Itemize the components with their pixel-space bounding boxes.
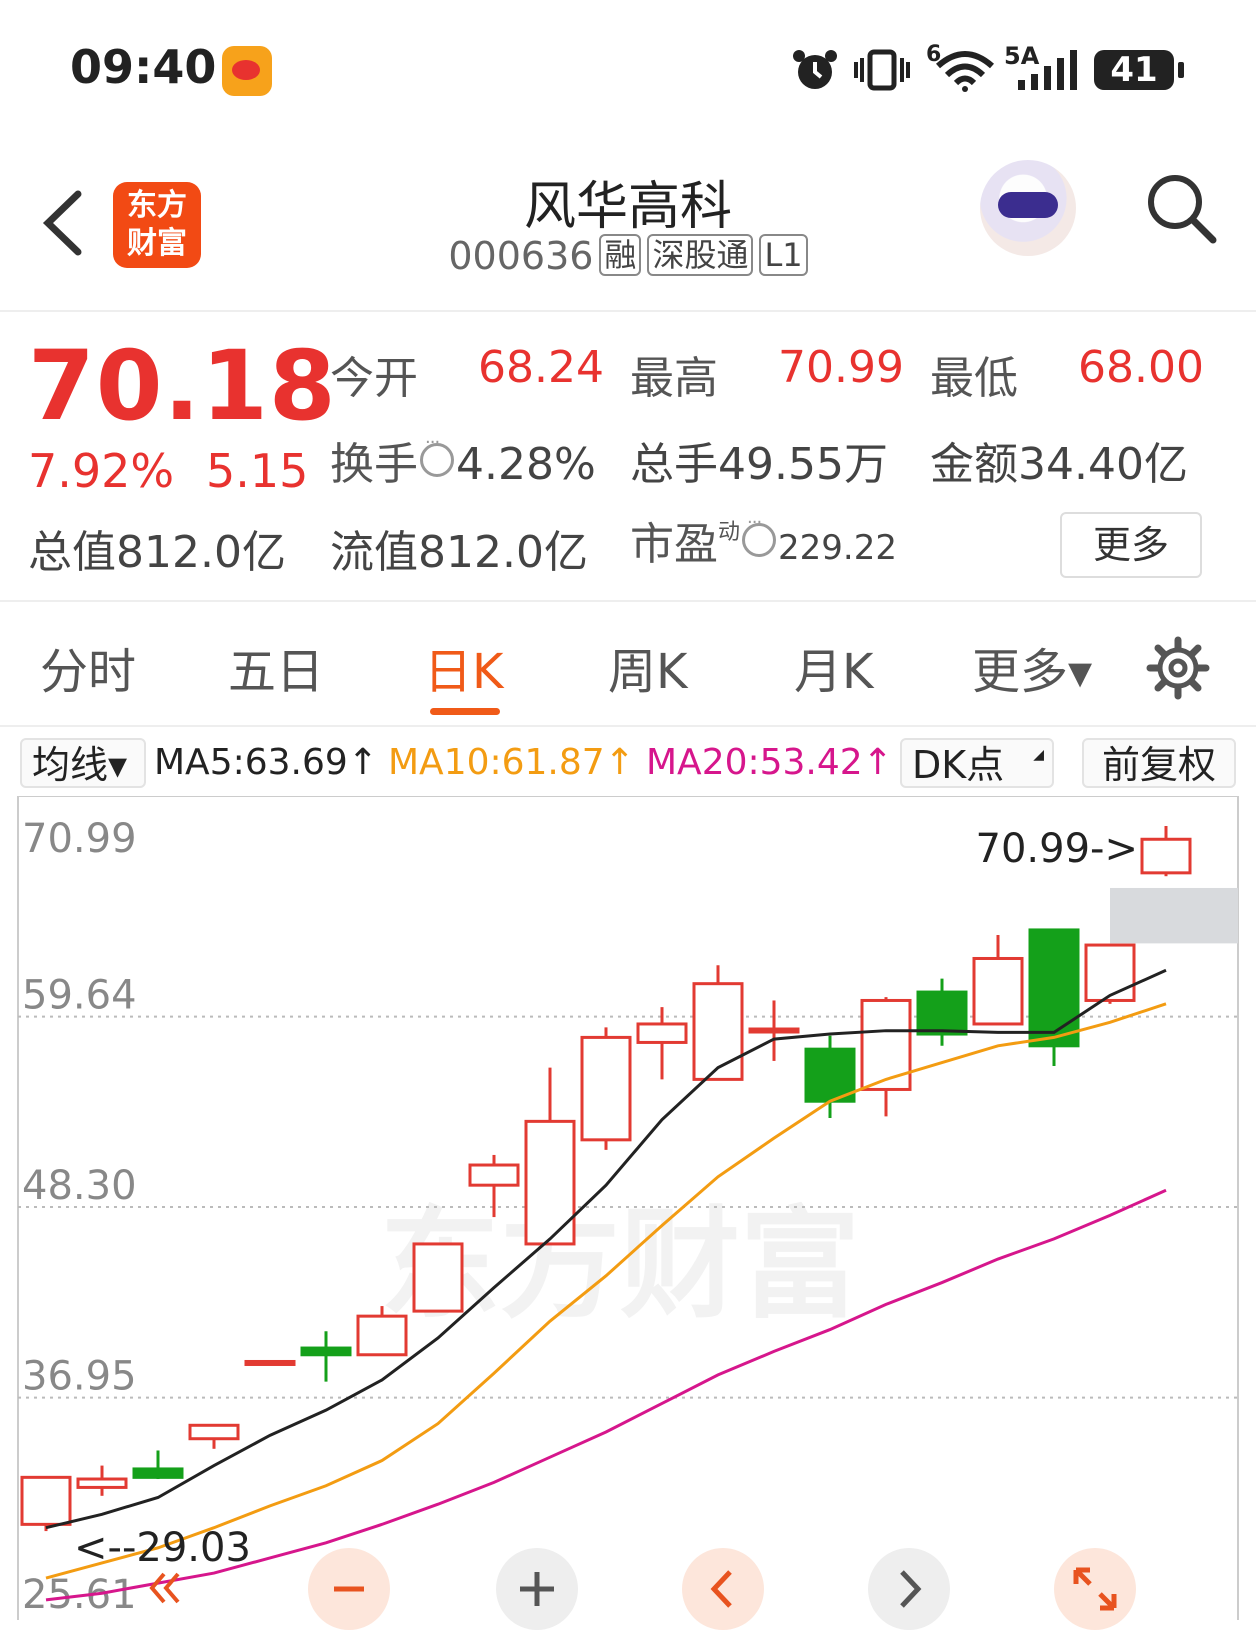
y-tick-label: 59.64 xyxy=(22,973,137,1019)
info-icon[interactable] xyxy=(742,512,777,557)
moving-average-dropdown[interactable]: 均线▾ xyxy=(20,738,146,788)
forward-adjust-button[interactable]: 前复权 xyxy=(1082,738,1236,788)
zoom-out-button[interactable] xyxy=(308,1548,390,1630)
tag-margin: 融 xyxy=(599,234,642,276)
battery-indicator: 41 xyxy=(1094,50,1184,90)
pe-value: 229.22 xyxy=(778,528,897,568)
low-value: 68.00 xyxy=(1078,342,1204,393)
status-time: 09:40 xyxy=(70,40,217,94)
candle-body xyxy=(972,956,1024,1026)
candle-body xyxy=(1084,943,1136,1002)
candle-body xyxy=(356,1314,408,1357)
plus-icon xyxy=(520,1572,554,1606)
candle-body xyxy=(524,1119,576,1246)
open-label: 今开 xyxy=(330,353,418,404)
open-value: 68.24 xyxy=(478,342,604,393)
expand-icon xyxy=(1073,1567,1117,1611)
candle-body xyxy=(1028,928,1080,1048)
tab-daily-k[interactable]: 日K xyxy=(424,632,503,702)
candle-body xyxy=(580,1035,632,1142)
turnover-row: 换手 4.28% xyxy=(330,428,596,492)
candle-body xyxy=(300,1346,352,1357)
chevron-right-icon xyxy=(900,1570,922,1608)
candle-body xyxy=(916,990,968,1036)
tab-five-day[interactable]: 五日 xyxy=(228,632,324,702)
low-price-marker: <--29.03 xyxy=(74,1525,251,1571)
y-tick-label: 36.95 xyxy=(22,1354,137,1400)
pe-row: 市盈动 229.22 xyxy=(630,508,897,572)
candle-body xyxy=(188,1423,240,1441)
stock-code-row: 000636 融深股通 L1 xyxy=(0,234,1256,278)
header-divider xyxy=(0,310,1256,312)
tab-intraday[interactable]: 分时 xyxy=(40,632,136,702)
scroll-left-button[interactable] xyxy=(682,1548,764,1630)
high-label: 最高 xyxy=(630,353,718,404)
candle-body xyxy=(860,998,912,1091)
pe-dynamic-mark: 动 xyxy=(718,520,741,545)
kline-chart[interactable]: 东方财富70.9959.6448.3036.9525.6170.99-><--2… xyxy=(0,796,1256,1620)
tag-level: L1 xyxy=(759,234,808,276)
candle-body xyxy=(1140,837,1192,875)
ma5-label: MA5:63.69↑ xyxy=(154,742,378,783)
ma10-label: MA10:61.87↑ xyxy=(388,742,635,783)
high-value: 70.99 xyxy=(778,342,904,393)
minus-icon xyxy=(334,1586,364,1592)
low-label: 最低 xyxy=(930,353,1018,404)
gear-icon[interactable] xyxy=(1146,636,1210,700)
turnover-value: 4.28% xyxy=(456,439,596,490)
volume-text: 总手49.55万 xyxy=(630,439,888,490)
tab-weekly-k[interactable]: 周K xyxy=(608,632,687,702)
pe-label: 市盈 xyxy=(630,519,718,570)
total-cap-text: 总值812.0亿 xyxy=(28,527,286,578)
ma20-label: MA20:53.42↑ xyxy=(646,742,893,783)
fullscreen-button[interactable] xyxy=(1054,1548,1136,1630)
vibrate-icon xyxy=(854,49,910,91)
y-tick-label: 70.99 xyxy=(22,816,137,862)
high-price-marker: 70.99-> xyxy=(976,826,1138,872)
tab-more[interactable]: 更多▾ xyxy=(972,632,1092,702)
change-amount: 5.15 xyxy=(206,444,309,498)
tab-monthly-k[interactable]: 月K xyxy=(794,632,873,702)
signal-icon xyxy=(1018,50,1077,90)
candle-body xyxy=(468,1163,520,1187)
assistant-avatar[interactable] xyxy=(980,160,1076,256)
candle-body xyxy=(244,1359,296,1366)
double-chevron-left-icon[interactable] xyxy=(144,1568,184,1608)
candle-body xyxy=(748,1027,800,1034)
scroll-right-button[interactable] xyxy=(868,1548,950,1630)
current-price: 70.18 xyxy=(28,330,337,442)
change-percent: 7.92% xyxy=(28,444,175,498)
dk-corner-icon: ◢ xyxy=(1033,747,1044,763)
more-quote-button[interactable]: 更多 xyxy=(1060,512,1202,578)
weibo-notification-icon xyxy=(222,46,272,96)
candle-body xyxy=(636,1022,688,1044)
stock-code: 000636 xyxy=(448,234,594,278)
search-icon[interactable] xyxy=(1145,172,1217,244)
chevron-left-icon xyxy=(710,1570,732,1608)
candle-body xyxy=(132,1467,184,1479)
y-tick-label: 48.30 xyxy=(22,1163,137,1209)
candle-body xyxy=(76,1477,128,1489)
amount-text: 金额34.40亿 xyxy=(930,439,1188,490)
candle-body xyxy=(20,1475,72,1526)
active-tab-indicator xyxy=(430,708,500,715)
candle-body xyxy=(412,1242,464,1313)
info-icon[interactable] xyxy=(420,432,454,477)
turnover-label: 换手 xyxy=(330,439,418,490)
float-cap-text: 流值812.0亿 xyxy=(330,527,588,578)
zoom-in-button[interactable] xyxy=(496,1548,578,1630)
current-price-zone xyxy=(1110,887,1238,944)
candle-body xyxy=(692,982,744,1081)
dk-point-label: DK点 xyxy=(912,743,1005,787)
quote-divider xyxy=(0,600,1256,602)
tabs-divider xyxy=(0,725,1256,727)
wifi-icon xyxy=(936,51,994,92)
dk-point-button[interactable]: DK点 ◢ xyxy=(900,738,1054,788)
alarm-icon xyxy=(793,50,837,89)
tag-connect: 深股通 xyxy=(647,234,754,276)
